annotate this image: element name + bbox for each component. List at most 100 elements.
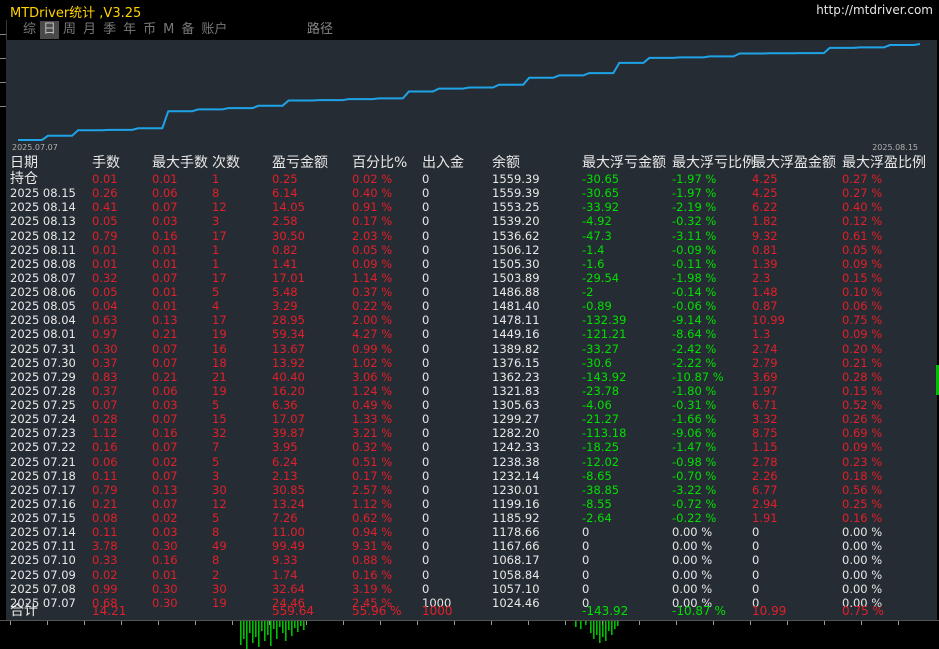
table-row[interactable]: 2025 07.10 0.33 0.16 8 9.33 0.88 % 0 1068.17 0 0.… [0,553,939,567]
cell-float-profit-pct: 0.28 % [842,369,883,384]
cell-pl: 0.25 [272,172,298,186]
cell-lots: 0.37 [92,355,118,370]
tab-path[interactable]: 路径 [307,21,333,39]
table-row[interactable]: 2025 07.08 0.99 0.30 30 32.64 3.19 % 0 1057.10 0… [0,582,939,596]
cell-deposit: 0 [422,270,430,285]
table-row[interactable]: 2025 08.11 0.01 0.01 1 0.82 0.05 % 0 1506.12 -1.… [0,243,939,257]
cell-float-loss: -38.85 [582,482,620,497]
table-row[interactable]: 2025 07.09 0.02 0.01 2 1.74 0.16 % 0 1058.84 0 0.… [0,568,939,582]
cell-count: 19 [212,383,227,398]
tab-8[interactable]: 备 [178,21,197,39]
cell-pl: 11.00 [272,525,305,540]
cell-float-profit-pct: 0.10 % [842,285,883,299]
table-row[interactable]: 2025 07.17 0.79 0.13 30 30.85 2.57 % 0 1230.01 -… [0,483,939,497]
table-row[interactable]: 2025 07.25 0.07 0.03 5 6.36 0.49 % 0 1305.63 -4.… [0,398,939,412]
cell-max-lots: 0.06 [152,383,178,398]
site-url[interactable]: http://mtdriver.com [816,3,933,17]
table-row[interactable]: 2025 08.12 0.79 0.16 17 30.50 2.03 % 0 1536.62 -… [0,229,939,243]
tab-1[interactable]: 日 [40,21,60,39]
cell-float-profit: 6.22 [752,200,778,215]
period-tabs: 综日周月季年币 M 备账户 [20,21,231,39]
cell-count: 8 [212,525,220,540]
table-row[interactable]: 2025 08.07 0.32 0.07 17 17.01 1.14 % 0 1503.89 -… [0,271,939,285]
cell-float-profit-pct: 0.27 % [842,186,883,201]
table-row[interactable]: 2025 08.13 0.05 0.03 3 2.58 0.17 % 0 1539.20 -4.… [0,214,939,228]
cell-float-profit: 0 [752,581,760,596]
table-row[interactable]: 2025 07.29 0.83 0.21 21 40.40 3.06 % 0 1362.23 -… [0,370,939,384]
cell-deposit: 0 [422,539,430,554]
cell-deposit: 0 [422,369,430,384]
cell-lots: 0.07 [92,398,118,412]
tab-0[interactable]: 综 [20,21,39,39]
column-header: 最大浮盈金额 [752,155,836,171]
histogram-bar [288,621,290,630]
cell-float-loss-pct: -0.32 % [672,214,717,229]
total-pct: 55.96 % [352,604,402,618]
cell-float-profit: 1.3 [752,327,771,342]
histogram-bar [282,621,284,633]
table-row[interactable]: 2025 07.22 0.16 0.07 7 3.95 0.32 % 0 1242.33 -18… [0,440,939,454]
total-deposit: 1000 [422,604,453,618]
cell-float-profit-pct: 0.15 % [842,383,883,398]
cell-lots: 3.78 [92,539,118,554]
cell-date: 2025 08.07 [10,270,76,285]
histogram-bar [590,621,592,633]
cell-pl: 3.29 [272,299,298,314]
cell-max-lots: 0.01 [152,256,178,271]
tab-5[interactable]: 年 [120,21,139,39]
table-row[interactable]: 2025 08.08 0.01 0.01 1 1.41 0.09 % 0 1505.30 -1.… [0,257,939,271]
column-header: 最大手数 [152,155,208,171]
cell-count: 4 [212,299,220,314]
cell-float-loss: -30.65 [582,172,620,186]
cell-float-profit: 3.69 [752,369,778,384]
cell-lots: 0.01 [92,242,118,257]
table-row[interactable]: 2025 07.31 0.30 0.07 16 13.67 0.99 % 0 1389.82 -… [0,342,939,356]
table-row[interactable]: 2025 07.28 0.37 0.06 19 16.20 1.24 % 0 1321.83 -… [0,384,939,398]
table-row[interactable]: 2025 08.05 0.04 0.01 4 3.29 0.22 % 0 1481.40 -0.… [0,299,939,313]
cell-balance: 1299.27 [492,412,540,427]
cell-pct: 0.51 % [352,454,393,469]
cell-float-loss-pct: -1.98 % [672,270,717,285]
table-row[interactable]: 2025 08.06 0.05 0.01 5 5.48 0.37 % 0 1486.88 -2 -… [0,285,939,299]
tab-7[interactable]: M [160,21,177,39]
axis-tick [232,621,233,625]
table-row[interactable]: 2025 08.14 0.41 0.07 12 14.05 0.91 % 0 1553.25 -… [0,200,939,214]
tab-3[interactable]: 月 [80,21,99,39]
cell-count: 30 [212,482,227,497]
table-row[interactable]: 2025 07.24 0.28 0.07 15 17.07 1.33 % 0 1299.27 -… [0,412,939,426]
table-row[interactable]: 2025 08.15 0.26 0.06 8 6.14 0.40 % 0 1559.39 -30… [0,186,939,200]
cell-float-loss: -47.3 [582,228,612,243]
histogram-bar [605,621,607,641]
table-row[interactable]: 2025 07.16 0.21 0.07 12 13.24 1.12 % 0 1199.16 -… [0,497,939,511]
cell-float-loss-pct: -0.22 % [672,511,717,525]
table-row[interactable]: 2025 07.15 0.08 0.02 5 7.26 0.62 % 0 1185.92 -2.… [0,511,939,525]
table-row[interactable]: 2025 08.01 0.97 0.21 19 59.34 4.27 % 0 1449.16 -… [0,327,939,341]
table-row[interactable]: 2025 08.04 0.63 0.13 17 28.95 2.00 % 0 1478.11 -… [0,313,939,327]
cell-max-lots: 0.07 [152,270,178,285]
tab-9[interactable]: 账户 [198,21,230,39]
cell-pct: 1.24 % [352,383,393,398]
cell-max-lots: 0.02 [152,511,178,525]
table-row[interactable]: 2025 07.23 1.12 0.16 32 39.87 3.21 % 0 1282.20 -… [0,426,939,440]
cell-max-lots: 0.01 [152,242,178,257]
cell-count: 16 [212,341,227,356]
table-row[interactable]: 2025 07.30 0.37 0.07 18 13.92 1.02 % 0 1376.15 -… [0,356,939,370]
tab-4[interactable]: 季 [100,21,119,39]
histogram-bar [617,621,619,626]
histogram-bar [258,621,260,647]
cell-date: 2025 07.15 [10,511,76,525]
cell-balance: 1481.40 [492,299,540,314]
tab-2[interactable]: 周 [60,21,79,39]
holding-row[interactable]: 持仓 0.01 0.01 1 0.25 0.02 % 0 1559.39 -30.65 -1.97… [0,172,939,186]
tab-6[interactable]: 币 [140,21,159,39]
table-row[interactable]: 2025 07.21 0.06 0.02 5 6.24 0.51 % 0 1238.38 -12… [0,455,939,469]
table-row[interactable]: 2025 07.11 3.78 0.30 49 99.49 9.31 % 0 1167.66 0… [0,539,939,553]
table-row[interactable]: 2025 07.14 0.11 0.03 8 11.00 0.94 % 0 1178.66 0 0… [0,525,939,539]
cell-balance: 1068.17 [492,553,540,568]
table-row[interactable]: 2025 07.18 0.11 0.07 3 2.13 0.17 % 0 1232.14 -8.… [0,469,939,483]
cell-max-lots: 0.02 [152,454,178,469]
histogram-bar [575,621,577,627]
cell-pl: 17.01 [272,270,305,285]
cell-max-lots: 0.01 [152,172,178,186]
cell-pct: 0.94 % [352,525,393,540]
